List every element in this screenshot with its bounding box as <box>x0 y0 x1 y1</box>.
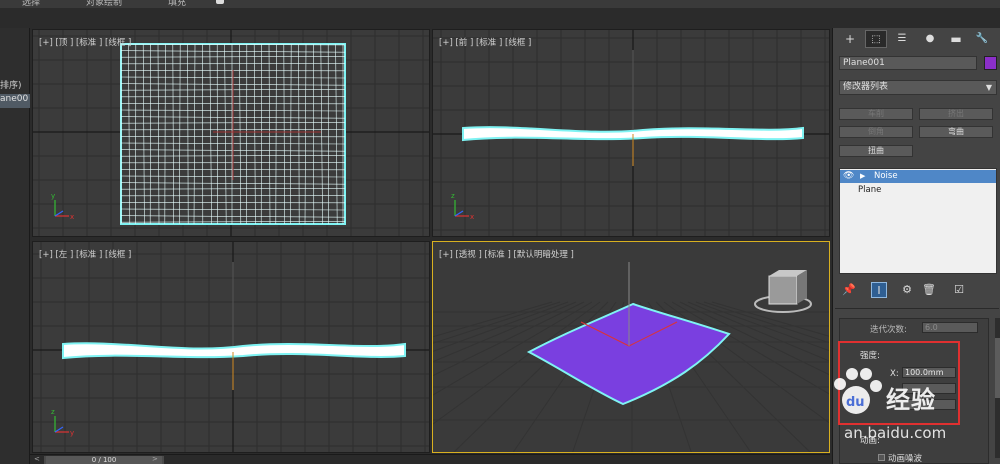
scene-explorer-panel: 排序) ane00 <box>0 28 30 464</box>
viewport-perspective-label[interactable]: [+] [透视 ] [标准 ] [默认明暗处理 ] <box>439 248 574 260</box>
configure-sets-icon[interactable]: ☑ <box>951 282 967 298</box>
svg-text:du: du <box>846 395 865 410</box>
time-next-button[interactable]: > <box>152 455 158 463</box>
pin-stack-icon[interactable]: 📌 <box>841 282 857 298</box>
stack-item-noise[interactable]: 👁 ▶ Noise <box>840 170 996 183</box>
svg-text:x: x <box>470 213 474 221</box>
command-panel-tabs: + ⬚ ☰ ● ▬ 🔧 <box>835 28 999 50</box>
viewport-left[interactable]: [+] [左 ] [标准 ] [线框 ] zy <box>32 241 430 453</box>
time-slider-thumb[interactable]: 0 / 100 <box>46 456 162 464</box>
eye-icon[interactable]: 👁 <box>843 170 854 183</box>
modifier-button-lathe[interactable]: 车削 <box>839 108 913 120</box>
hierarchy-icon[interactable]: ☰ <box>891 30 913 48</box>
chevron-down-icon: ▼ <box>985 83 992 92</box>
display-icon[interactable]: ▬ <box>945 30 967 48</box>
time-prev-button[interactable]: < <box>34 455 40 463</box>
stack-item-label: Plane <box>858 185 882 195</box>
svg-text:y: y <box>51 192 55 200</box>
viewport-left-canvas[interactable]: zy <box>33 242 430 453</box>
modifier-list-label: 修改器列表 <box>843 82 889 92</box>
baidu-paw-logo: du <box>834 368 882 414</box>
viewcube-icon <box>754 270 812 313</box>
modifier-button-twist[interactable]: 扭曲 <box>839 145 913 157</box>
modifier-button-bevel[interactable]: 倒角 <box>839 126 913 138</box>
object-color-swatch[interactable] <box>984 56 997 70</box>
paint-dropdown-icon[interactable] <box>216 0 224 4</box>
svg-text:y: y <box>70 429 74 437</box>
viewport-top[interactable]: [+] [顶 ] [标准 ] [线框 ] yx <box>32 29 430 237</box>
menu-item-fill[interactable]: 填充 <box>168 0 186 8</box>
viewport-perspective[interactable]: [+] [透视 ] [标准 ] [默认明暗处理 ] <box>432 241 830 453</box>
watermark-brand: 经验 <box>886 386 936 414</box>
panel-divider <box>835 308 999 309</box>
time-slider-bar: < 0 / 100 > <box>30 454 830 464</box>
utilities-icon[interactable]: 🔧 <box>971 30 993 48</box>
modify-icon[interactable]: ⬚ <box>865 30 887 48</box>
main-menu-bar: 选择 对象绘制 填充 <box>0 0 1000 8</box>
baidu-jingyan-watermark: du 经验 an.baidu.com <box>826 350 996 450</box>
show-end-result-icon[interactable]: I <box>871 282 887 298</box>
trash-icon[interactable]: 🗑 <box>921 282 937 298</box>
menu-item-object-paint[interactable]: 对象绘制 <box>86 0 122 8</box>
object-name-field[interactable]: Plane001 <box>839 56 977 70</box>
stack-item-plane[interactable]: Plane <box>840 184 996 197</box>
modifier-button-extrude[interactable]: 挤出 <box>919 108 993 120</box>
viewport-front[interactable]: [+] [前 ] [标准 ] [线框 ] zx <box>432 29 830 237</box>
checkbox-box[interactable] <box>878 454 885 461</box>
svg-text:z: z <box>451 192 455 200</box>
animate-noise-checkbox[interactable]: 动画噪波 <box>878 452 922 464</box>
watermark-url: an.baidu.com <box>844 424 947 442</box>
motion-icon[interactable]: ● <box>919 30 941 48</box>
viewport-front-label[interactable]: [+] [前 ] [标准 ] [线框 ] <box>439 36 531 48</box>
svg-text:z: z <box>51 408 55 416</box>
animate-noise-label: 动画噪波 <box>888 454 923 464</box>
modifier-button-bend[interactable]: 弯曲 <box>919 126 993 138</box>
create-icon[interactable]: + <box>839 30 861 48</box>
viewport-left-label[interactable]: [+] [左 ] [标准 ] [线框 ] <box>39 248 131 260</box>
viewport-perspective-canvas[interactable] <box>433 242 830 453</box>
stack-item-label: Noise <box>874 171 898 181</box>
modifier-list-dropdown[interactable]: 修改器列表 ▼ <box>839 80 997 95</box>
scene-explorer-sort-header[interactable]: 排序) <box>0 78 30 92</box>
expand-arrow-icon[interactable]: ▶ <box>860 170 865 183</box>
scene-explorer-selected-item[interactable]: ane00 <box>0 94 30 108</box>
make-unique-icon[interactable]: ⚙ <box>899 282 915 298</box>
iterations-label: 迭代次数: <box>870 325 907 335</box>
modifier-stack: 👁 ▶ Noise Plane <box>839 168 997 274</box>
viewport-front-canvas[interactable]: zx <box>433 30 830 237</box>
svg-text:x: x <box>70 213 74 221</box>
iterations-spinner[interactable]: 6.0 <box>922 322 978 333</box>
viewport-top-label[interactable]: [+] [顶 ] [标准 ] [线框 ] <box>39 36 131 48</box>
stack-toolbar: 📌 I ⚙ 🗑 ☑ <box>839 282 997 300</box>
viewport-top-canvas[interactable]: yx <box>33 30 430 237</box>
plane-left-profile <box>62 342 406 360</box>
menu-item-select[interactable]: 选择 <box>22 0 40 8</box>
